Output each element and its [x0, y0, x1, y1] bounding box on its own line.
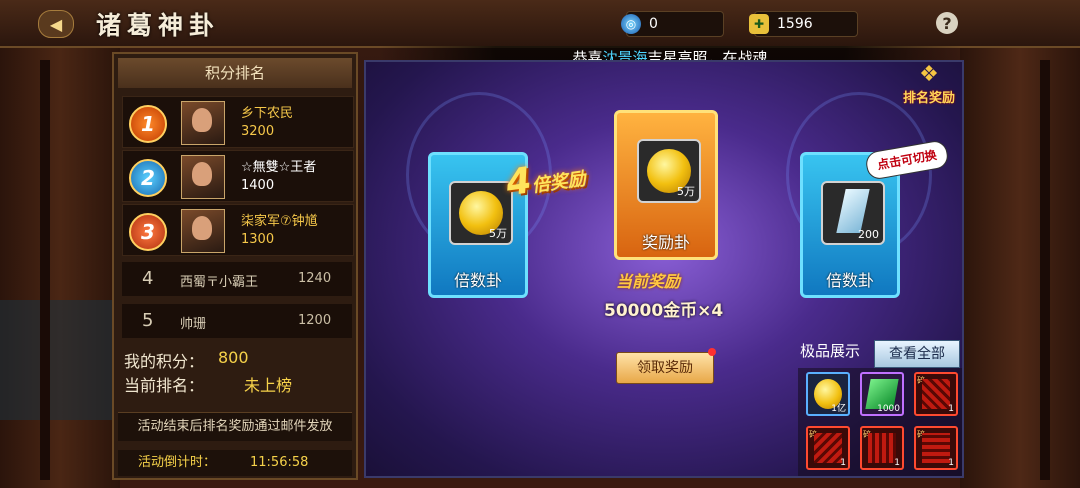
currency-b-display: ✚ 1596 [749, 11, 858, 37]
background-pillar [1040, 60, 1050, 480]
red-token-icon [922, 433, 950, 463]
background-right-room [960, 40, 1080, 488]
player-score: 1200 [298, 313, 332, 328]
my-score-line: 我的积分： 800 [124, 348, 249, 372]
reward-item-slot: 5万 [637, 139, 701, 203]
event-countdown: 活动倒计时： 11:56:58 [118, 450, 352, 476]
leaderboard-panel: 积分排名 1 乡下农民 3200 2 ☆無雙☆王者 1400 3 柒家军⑦钟馗 … [112, 52, 358, 480]
card-label: 倍数卦 [825, 271, 874, 290]
claim-reward-button[interactable]: 领取奖励 [616, 352, 714, 384]
reward-card-center[interactable]: 5万 奖励卦 [614, 110, 718, 260]
countdown-time: 11:56:58 [250, 455, 309, 470]
player-score: 3200 [241, 124, 275, 139]
slot-quantity: 1 [840, 458, 846, 468]
rank-medal-2-icon: 2 [129, 159, 167, 197]
slot-quantity: 1亿 [831, 404, 846, 414]
notification-dot-icon [708, 348, 716, 356]
reward-item-slot: 5万 [449, 181, 513, 245]
reward-mail-notice: 活动结束后排名奖励通过邮件发放 [118, 412, 352, 441]
item-quantity: 5万 [677, 185, 695, 198]
slot-quantity: 1 [948, 404, 954, 414]
player-name: 柒家军⑦钟馗 [241, 214, 318, 229]
top-bar: ◀ 诸葛神卦 ◎ 0 ✚ 1596 ? [0, 0, 1080, 48]
player-name: 西蜀〒小霸王 [180, 275, 259, 290]
red-token-icon [922, 379, 950, 409]
multiplier-suffix: 倍奖励 [530, 168, 587, 197]
red-token-icon [868, 433, 896, 463]
item-quantity: 200 [858, 228, 879, 241]
divination-panel: ❖ 排名奖励 5万 倍数卦 5万 奖励卦 200 倍数卦 4倍奖励 点击可切换 … [364, 60, 964, 478]
player-avatar [181, 101, 225, 145]
reward-item-slot: 200 [821, 181, 885, 245]
item-quantity: 5万 [489, 227, 507, 240]
my-rank-label: 当前排名： [124, 376, 205, 395]
slot-quantity: 1000 [877, 404, 900, 414]
player-name: ☆無雙☆王者 [241, 160, 317, 175]
page-title: 诸葛神卦 [96, 11, 221, 40]
back-button[interactable]: ◀ [38, 10, 74, 38]
back-arrow-icon: ◀ [49, 14, 63, 34]
leaderboard-row-4: 4 西蜀〒小霸王 1240 [122, 262, 352, 296]
slot-quantity: 1 [948, 458, 954, 468]
my-score-value: 800 [218, 348, 249, 367]
leaderboard-row-3: 3 柒家军⑦钟馗 1300 [122, 204, 354, 256]
multiplier-value: 4 [503, 160, 535, 205]
currency-b-value: 1596 [777, 16, 813, 32]
rank-number: 5 [142, 310, 154, 331]
premium-item-slot[interactable]: 碎 1 [860, 426, 904, 470]
currency-a-value: 0 [649, 16, 658, 32]
premium-item-slot[interactable]: 碎 1 [806, 426, 850, 470]
crystal-icon [836, 189, 870, 233]
treasure-icon: ❖ [919, 62, 939, 87]
player-avatar [181, 155, 225, 199]
my-rank-line: 当前排名： 未上榜 [124, 372, 292, 396]
premium-display-title: 极品展示 [800, 342, 861, 360]
player-score: 1400 [241, 178, 275, 193]
player-avatar [181, 209, 225, 253]
background-pillar [40, 60, 50, 480]
player-score: 1300 [241, 232, 275, 247]
current-reward-value: 50000金币×4 [604, 301, 724, 321]
player-score: 1240 [298, 271, 332, 286]
player-name: 帅珊 [180, 317, 207, 332]
premium-item-slot[interactable]: 碎 1 [914, 426, 958, 470]
slot-quantity: 1 [894, 458, 900, 468]
background-left-room [0, 40, 120, 488]
player-name: 乡下农民 [241, 106, 294, 121]
rank-medal-3-icon: 3 [129, 213, 167, 251]
red-token-icon [814, 433, 842, 463]
view-all-button[interactable]: 查看全部 [874, 340, 960, 368]
current-reward-label: 当前奖励 [616, 272, 681, 291]
rank-medal-1-icon: 1 [129, 105, 167, 143]
background-window-sea [0, 300, 120, 420]
help-button[interactable]: ? [936, 12, 958, 34]
rank-reward-label: 排名奖励 [902, 91, 955, 106]
gem-icon: ◎ [621, 14, 641, 34]
countdown-label: 活动倒计时： [138, 455, 217, 470]
card-label: 倍数卦 [453, 271, 502, 290]
gold-ingot-plus-icon[interactable]: ✚ [749, 14, 769, 34]
premium-item-slot[interactable]: 1亿 [806, 372, 850, 416]
premium-item-slot[interactable]: 1000 [860, 372, 904, 416]
leaderboard-row-5: 5 帅珊 1200 [122, 304, 352, 338]
rank-number: 4 [142, 268, 154, 289]
currency-a-display: ◎ 0 [621, 11, 724, 37]
leaderboard-row-1: 1 乡下农民 3200 [122, 96, 354, 148]
my-rank-value: 未上榜 [244, 376, 293, 395]
my-score-label: 我的积分： [124, 352, 205, 371]
leaderboard-row-2: 2 ☆無雙☆王者 1400 [122, 150, 354, 202]
premium-item-grid: 1亿 1000 碎 1 碎 1 碎 1 碎 1 [798, 368, 962, 476]
leaderboard-title: 积分排名 [118, 58, 352, 88]
rank-reward-button[interactable]: ❖ 排名奖励 [896, 62, 962, 112]
premium-item-slot[interactable]: 碎 1 [914, 372, 958, 416]
card-label: 奖励卦 [641, 233, 690, 252]
